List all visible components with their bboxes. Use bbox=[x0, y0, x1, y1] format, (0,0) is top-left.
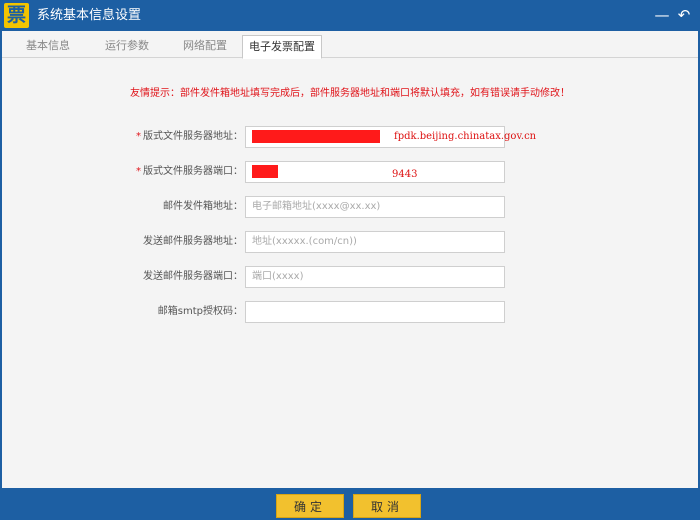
mail-sender-input[interactable] bbox=[245, 196, 505, 218]
layout-port-label: * 版式文件服务器端口： bbox=[136, 166, 243, 177]
form-row-layout-server: * 版式文件服务器地址： fpdk.beijing.chinatax.gov.cn bbox=[2, 126, 698, 148]
form-row-smtp-port: 发送邮件服务器端口： bbox=[2, 266, 698, 288]
redaction-mark bbox=[252, 165, 278, 178]
title-bar: 票 系统基本信息设置 — ↶ bbox=[0, 0, 700, 31]
smtp-auth-input[interactable] bbox=[245, 301, 505, 323]
layout-port-value: 9443 bbox=[392, 169, 418, 180]
settings-panel: 基本信息 运行参数 网络配置 电子发票配置 友情提示：部件发件箱地址填写完成后，… bbox=[2, 31, 698, 488]
bottom-bar: 确定 取消 bbox=[0, 488, 700, 520]
tab-run-params[interactable]: 运行参数 bbox=[94, 35, 160, 57]
layout-server-label: * 版式文件服务器地址： bbox=[136, 131, 243, 142]
app-logo: 票 bbox=[4, 3, 29, 28]
ok-button[interactable]: 确定 bbox=[276, 494, 344, 518]
redaction-mark bbox=[252, 130, 380, 143]
layout-port-field[interactable] bbox=[245, 161, 505, 183]
smtp-auth-label: 邮箱smtp授权码： bbox=[157, 306, 243, 317]
tip-message: 友情提示：部件发件箱地址填写完成后，部件服务器地址和端口将默认填充，如有错误请手… bbox=[130, 88, 570, 99]
tab-bar: 基本信息 运行参数 网络配置 电子发票配置 bbox=[2, 31, 698, 59]
required-mark: * bbox=[136, 166, 141, 177]
form-row-smtp-server: 发送邮件服务器地址： bbox=[2, 231, 698, 253]
required-mark: * bbox=[136, 131, 141, 142]
tab-network-config[interactable]: 网络配置 bbox=[172, 35, 238, 57]
smtp-port-input[interactable] bbox=[245, 266, 505, 288]
smtp-server-input[interactable] bbox=[245, 231, 505, 253]
minimize-icon[interactable]: — bbox=[652, 4, 672, 26]
smtp-port-label: 发送邮件服务器端口： bbox=[143, 271, 243, 282]
layout-server-value: fpdk.beijing.chinatax.gov.cn bbox=[394, 131, 537, 142]
tab-basic-info[interactable]: 基本信息 bbox=[16, 35, 80, 57]
form-row-smtp-auth: 邮箱smtp授权码： bbox=[2, 301, 698, 323]
smtp-server-label: 发送邮件服务器地址： bbox=[143, 236, 243, 247]
mail-sender-label: 邮件发件箱地址： bbox=[163, 201, 243, 212]
form-row-layout-port: * 版式文件服务器端口： 9443 bbox=[2, 161, 698, 183]
back-icon[interactable]: ↶ bbox=[674, 4, 694, 26]
tab-einvoice-config[interactable]: 电子发票配置 bbox=[242, 35, 322, 59]
window-title: 系统基本信息设置 bbox=[37, 8, 142, 23]
form-row-mail-sender: 邮件发件箱地址： bbox=[2, 196, 698, 218]
cancel-button[interactable]: 取消 bbox=[353, 494, 421, 518]
